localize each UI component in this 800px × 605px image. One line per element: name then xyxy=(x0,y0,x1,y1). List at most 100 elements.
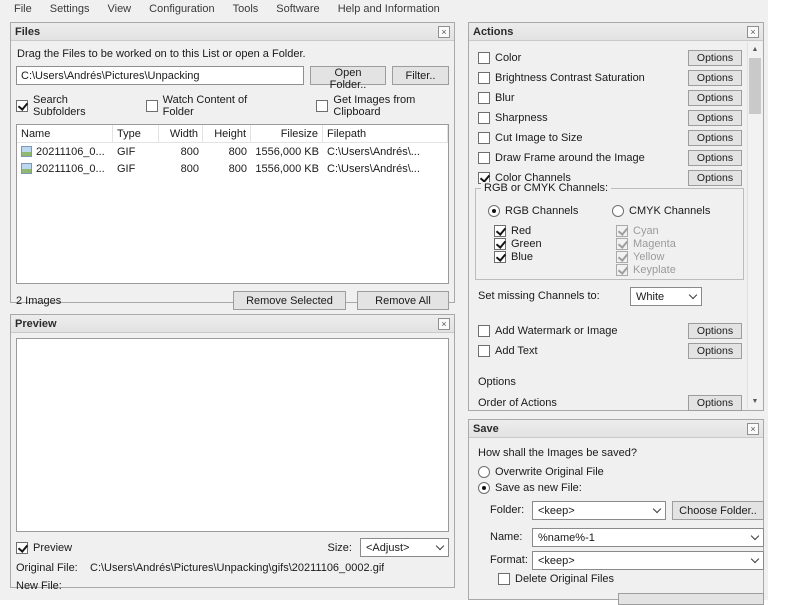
sharpness-options-button[interactable]: Options xyxy=(688,110,742,126)
choose-folder-button[interactable]: Choose Folder.. xyxy=(672,501,764,520)
checkbox-label: Yellow xyxy=(633,251,664,263)
menu-configuration[interactable]: Configuration xyxy=(147,3,216,15)
keyplate-channel-checkbox: Keyplate xyxy=(616,264,676,276)
order-options-button[interactable]: Options xyxy=(688,395,742,411)
add-text-options-button[interactable]: Options xyxy=(688,343,742,359)
file-size: 1556,000 KB xyxy=(251,146,323,158)
sharpness-checkbox[interactable]: Sharpness xyxy=(478,112,548,124)
checkbox-label: Magenta xyxy=(633,238,676,250)
checkbox-label: Sharpness xyxy=(495,112,548,124)
missing-channels-dropdown[interactable]: White xyxy=(630,287,702,306)
scroll-down-icon[interactable]: ▼ xyxy=(748,394,762,409)
menu-view[interactable]: View xyxy=(105,3,133,15)
draw-frame-checkbox[interactable]: Draw Frame around the Image xyxy=(478,152,645,164)
file-width: 800 xyxy=(159,163,203,175)
menu-software[interactable]: Software xyxy=(274,3,321,15)
checkbox-box xyxy=(616,225,628,237)
blur-checkbox[interactable]: Blur xyxy=(478,92,515,104)
save-panel-title: Save xyxy=(473,423,499,435)
menu-tools[interactable]: Tools xyxy=(231,3,261,15)
menu-help[interactable]: Help and Information xyxy=(336,3,442,15)
checkbox-box xyxy=(316,100,328,112)
clipboard-images-checkbox[interactable]: Get Images from Clipboard xyxy=(316,94,449,118)
filter-button[interactable]: Filter.. xyxy=(392,66,449,85)
new-file-label: New File: xyxy=(16,580,90,593)
scrollbar-thumb[interactable] xyxy=(749,58,761,114)
checkbox-label: Cyan xyxy=(633,225,659,237)
table-row[interactable]: 20211106_0... GIF 800 800 1556,000 KB C:… xyxy=(17,160,448,177)
name-dropdown[interactable]: %name%-1 xyxy=(532,528,764,547)
color-channels-options-button[interactable]: Options xyxy=(688,170,742,186)
radio-label: CMYK Channels xyxy=(629,205,710,217)
open-folder-button[interactable]: Open Folder.. xyxy=(310,66,386,85)
file-path: C:\Users\Andrés\... xyxy=(323,163,448,175)
draw-frame-options-button[interactable]: Options xyxy=(688,150,742,166)
cut-to-size-options-button[interactable]: Options xyxy=(688,130,742,146)
brightness-checkbox[interactable]: Brightness Contrast Saturation xyxy=(478,72,645,84)
format-dropdown[interactable]: <keep> xyxy=(532,551,764,570)
original-file-label: Original File: xyxy=(16,562,90,575)
red-channel-checkbox[interactable]: Red xyxy=(494,225,531,237)
watermark-options-button[interactable]: Options xyxy=(688,323,742,339)
checkbox-label: Color xyxy=(495,52,521,64)
add-text-checkbox[interactable]: Add Text xyxy=(478,345,538,357)
brightness-options-button[interactable]: Options xyxy=(688,70,742,86)
column-header-height[interactable]: Height xyxy=(203,125,251,142)
blur-options-button[interactable]: Options xyxy=(688,90,742,106)
watch-folder-checkbox[interactable]: Watch Content of Folder xyxy=(146,94,267,118)
column-header-filesize[interactable]: Filesize xyxy=(251,125,323,142)
file-type: GIF xyxy=(113,163,159,175)
checkbox-box xyxy=(478,325,490,337)
table-row[interactable]: 20211106_0... GIF 800 800 1556,000 KB C:… xyxy=(17,143,448,160)
folder-path-input[interactable] xyxy=(16,66,304,85)
order-of-actions-row: Order of Actions Options xyxy=(470,394,747,411)
menu-file[interactable]: File xyxy=(12,3,34,15)
cut-to-size-checkbox[interactable]: Cut Image to Size xyxy=(478,132,582,144)
bottom-cut-button[interactable] xyxy=(618,593,764,605)
watermark-checkbox[interactable]: Add Watermark or Image xyxy=(478,325,617,337)
checkbox-box xyxy=(478,132,490,144)
rgb-channels-radio[interactable]: RGB Channels xyxy=(488,205,578,217)
preview-checkbox[interactable]: Preview xyxy=(16,542,72,554)
name-label: Name: xyxy=(490,528,522,547)
column-header-name[interactable]: Name xyxy=(17,125,113,142)
folder-label: Folder: xyxy=(490,501,524,520)
files-panel-titlebar: Files × xyxy=(11,23,454,41)
checkbox-label: Cut Image to Size xyxy=(495,132,582,144)
column-header-filepath[interactable]: Filepath xyxy=(323,125,448,142)
column-header-width[interactable]: Width xyxy=(159,125,203,142)
checkbox-label: Delete Original Files xyxy=(515,573,614,585)
overwrite-original-radio[interactable]: Overwrite Original File xyxy=(478,466,604,478)
magenta-channel-checkbox: Magenta xyxy=(616,238,676,250)
search-subfolders-checkbox[interactable]: Search Subfolders xyxy=(16,94,112,118)
action-row-add-text: Add Text Options xyxy=(470,341,747,361)
folder-dropdown[interactable]: <keep> xyxy=(532,501,666,520)
menu-settings[interactable]: Settings xyxy=(48,3,92,15)
color-checkbox[interactable]: Color xyxy=(478,52,521,64)
close-icon[interactable]: × xyxy=(438,318,450,330)
color-options-button[interactable]: Options xyxy=(688,50,742,66)
delete-original-checkbox[interactable]: Delete Original Files xyxy=(498,573,614,585)
actions-panel-title: Actions xyxy=(473,26,513,38)
column-header-type[interactable]: Type xyxy=(113,125,159,142)
green-channel-checkbox[interactable]: Green xyxy=(494,238,542,250)
blue-channel-checkbox[interactable]: Blue xyxy=(494,251,533,263)
missing-channels-value: White xyxy=(636,291,685,303)
size-dropdown[interactable]: <Adjust> xyxy=(360,538,449,557)
cmyk-channels-radio[interactable]: CMYK Channels xyxy=(612,205,710,217)
remove-all-button[interactable]: Remove All xyxy=(357,291,449,310)
scroll-up-icon[interactable]: ▲ xyxy=(748,42,762,57)
close-icon[interactable]: × xyxy=(747,26,759,38)
checkbox-box xyxy=(478,52,490,64)
image-file-icon xyxy=(21,146,32,157)
save-as-new-radio[interactable]: Save as new File: xyxy=(478,482,582,494)
checkbox-box xyxy=(616,264,628,276)
actions-scrollbar[interactable]: ▲ ▼ xyxy=(747,42,762,409)
checkbox-box xyxy=(478,112,490,124)
remove-selected-button[interactable]: Remove Selected xyxy=(233,291,346,310)
close-icon[interactable]: × xyxy=(747,423,759,435)
close-icon[interactable]: × xyxy=(438,26,450,38)
size-dropdown-value: <Adjust> xyxy=(366,542,432,554)
checkbox-box xyxy=(478,92,490,104)
checkbox-label: Brightness Contrast Saturation xyxy=(495,72,645,84)
